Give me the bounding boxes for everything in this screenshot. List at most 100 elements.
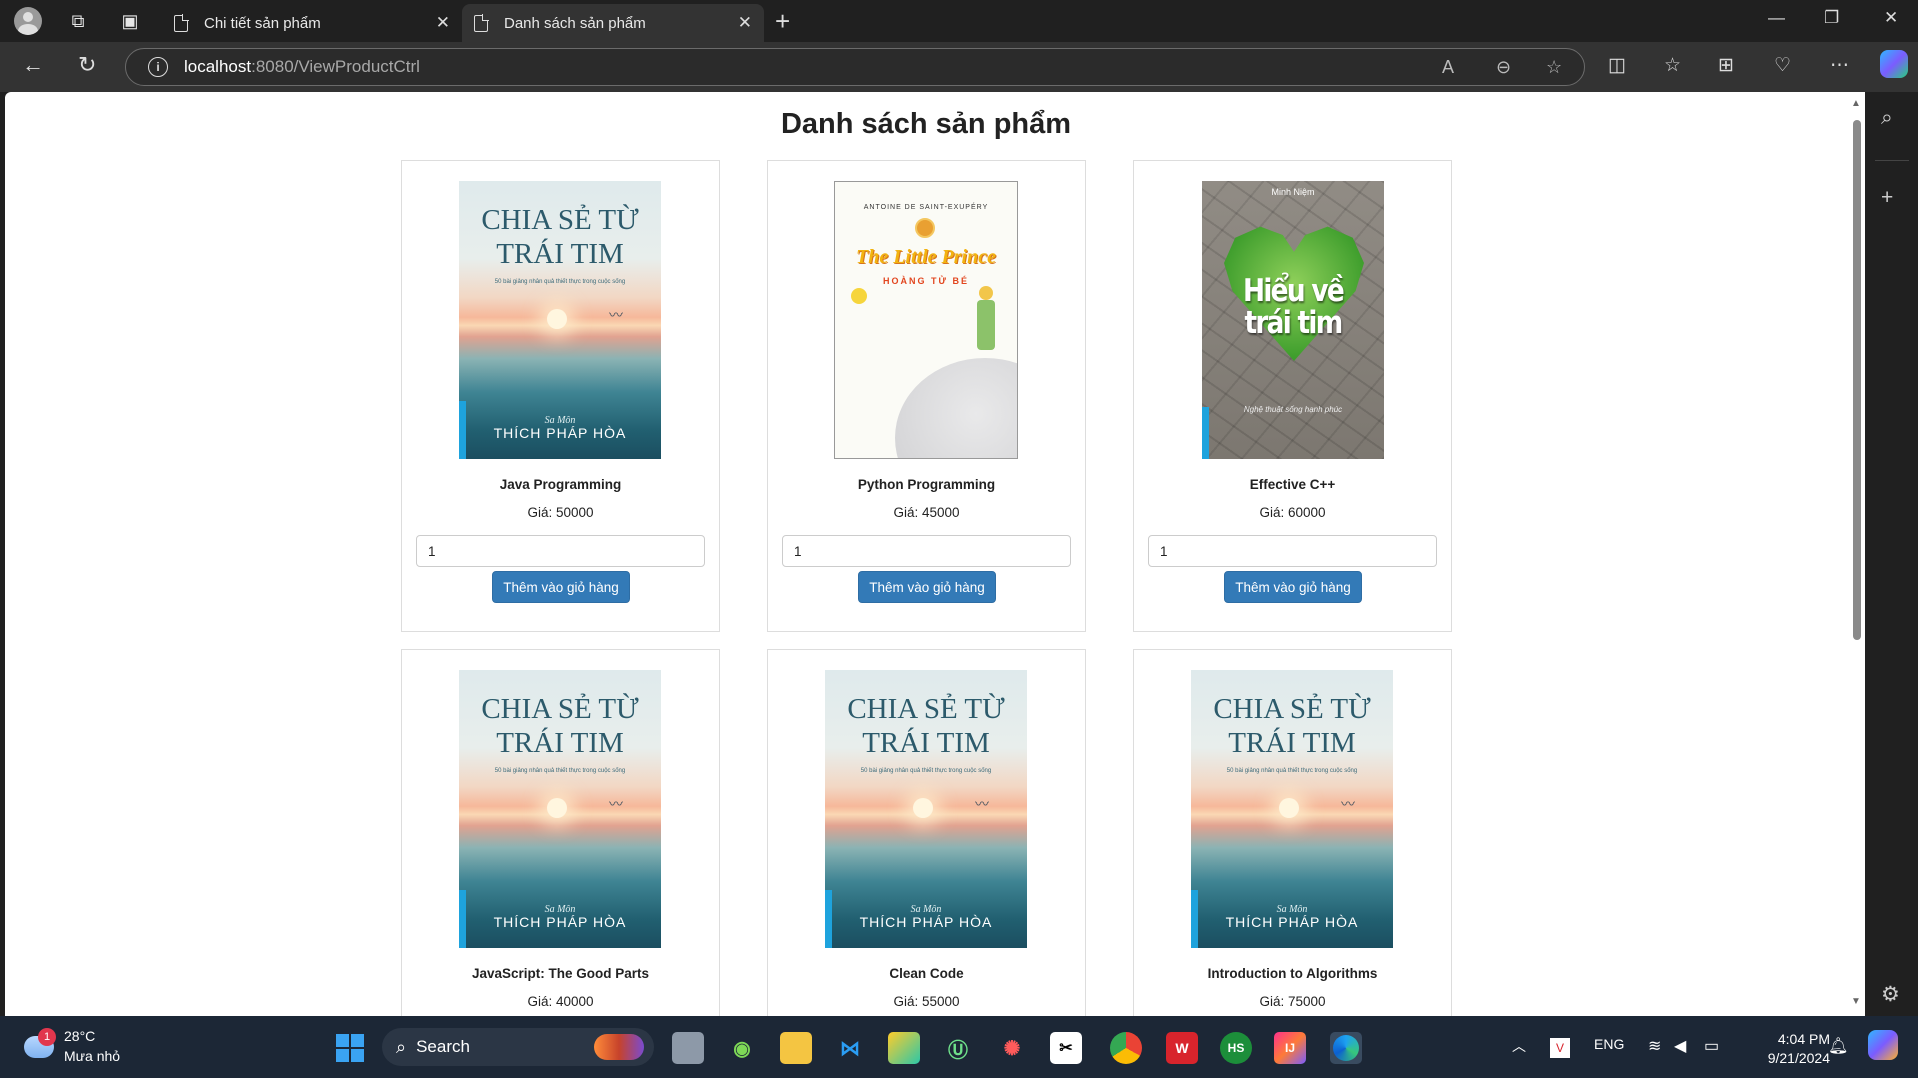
tab-chi-tiet-san-pham[interactable]: Chi tiết sản phẩm ✕ [162,4,462,42]
refresh-icon[interactable]: ↻ [78,52,96,78]
product-card: CHIA SẺ TỪ TRÁI TIM 50 bài giảng nhân quả… [401,160,720,632]
page-scrollbar[interactable]: ▲ ▼ [1847,92,1865,1016]
zoom-icon[interactable]: ⊖ [1496,57,1511,78]
product-price: Giá: 50000 [527,505,594,520]
show-hidden-icons-icon[interactable]: ︿ [1512,1036,1526,1056]
scrollbar-thumb[interactable] [1853,120,1861,640]
weather-description: Mưa nhỏ [64,1048,121,1064]
book-cover-image: CHIA SẺ TỪ TRÁI TIM 50 bài giảng nhân quả… [459,181,661,459]
product-price: Giá: 60000 [1259,505,1326,520]
taskbar-search[interactable]: ⌕ Search [382,1028,654,1066]
weather-widget[interactable]: 1 28°C Mưa nhỏ [18,1026,138,1070]
browser-tab-bar: ⧉ ▣ Chi tiết sản phẩm ✕ Danh sách sản ph… [0,0,1918,42]
product-card: CHIA SẺ TỪ TRÁI TIM 50 bài giảng nhân quả… [401,649,720,1016]
close-tab-icon[interactable]: ✕ [738,13,752,33]
weather-temperature: 28°C [64,1028,96,1044]
product-price: Giá: 75000 [1259,994,1326,1009]
windows-taskbar: 1 28°C Mưa nhỏ ⌕ Search ◉ ⋈ Ⓤ ✺ ✂ W HS I… [0,1016,1918,1078]
product-name: Python Programming [857,477,996,492]
edge-active-tile[interactable] [1330,1032,1362,1064]
add-to-cart-button[interactable]: Thêm vào giỏ hàng [492,571,630,603]
language-indicator[interactable]: ENG [1594,1036,1624,1052]
tray-app-icon[interactable]: V [1550,1038,1570,1058]
vscode-icon[interactable]: ⋈ [834,1032,866,1064]
url-text[interactable]: localhost:8080/ViewProductCtrl [184,57,420,77]
scroll-down-arrow-icon[interactable]: ▼ [1851,996,1861,1007]
address-toolbar: ← ↻ i localhost:8080/ViewProductCtrl A ⊖… [0,42,1918,92]
volume-icon[interactable]: ◀ [1674,1036,1686,1056]
battery-icon[interactable]: ▭ [1704,1036,1719,1056]
taskbar-clock[interactable]: 4:04 PM 9/21/2024 [1740,1030,1830,1068]
product-price: Giá: 55000 [893,994,960,1009]
sidebar-search-icon[interactable]: ⌕ [1881,106,1893,130]
browser-essentials-icon[interactable]: ♡ [1774,54,1791,77]
search-icon: ⌕ [396,1036,407,1057]
start-button[interactable] [334,1032,366,1064]
product-card: CHIA SẺ TỪ TRÁI TIM 50 bài giảng nhân quả… [1133,649,1452,1016]
product-name: Introduction to Algorithms [1207,966,1378,981]
product-card: CHIA SẺ TỪ TRÁI TIM 50 bài giảng nhân quả… [767,649,1086,1016]
edge-sidebar: ⌕ + ⚙ [1865,92,1918,1016]
close-tab-icon[interactable]: ✕ [436,13,450,33]
tab-danh-sach-san-pham[interactable]: Danh sách sản phẩm ✕ [462,4,764,42]
close-window-icon[interactable]: ✕ [1884,8,1898,28]
product-name: Clean Code [889,966,964,981]
add-to-cart-button[interactable]: Thêm vào giỏ hàng [858,571,996,603]
address-bar[interactable]: i localhost:8080/ViewProductCtrl A ⊖ ☆ [125,48,1585,86]
capcut-icon[interactable]: ✂ [1050,1032,1082,1064]
app-icon[interactable] [888,1032,920,1064]
sidebar-settings-icon[interactable]: ⚙ [1881,982,1900,1007]
product-name: JavaScript: The Good Parts [471,966,650,981]
copilot-icon[interactable] [1880,50,1908,78]
tab-title: Chi tiết sản phẩm [204,14,321,32]
minimize-icon[interactable]: — [1768,8,1785,28]
product-card: ANTOINE DE SAINT-EXUPÉRY The Little Prin… [767,160,1086,632]
task-view-icon[interactable] [672,1032,704,1064]
favorite-star-icon[interactable]: ☆ [1546,57,1562,78]
profile-avatar-icon[interactable] [14,7,42,35]
chrome-icon[interactable] [1110,1032,1142,1064]
scroll-up-arrow-icon[interactable]: ▲ [1851,98,1861,109]
quantity-input[interactable] [416,535,705,567]
page-title: Danh sách sản phẩm [780,108,1072,140]
copilot-tray-icon[interactable] [1868,1030,1898,1060]
restore-icon[interactable]: ❐ [1824,8,1839,28]
split-screen-icon[interactable]: ◫ [1608,54,1626,77]
search-highlight-icon [594,1034,644,1060]
nox-app-icon[interactable]: ◉ [726,1032,758,1064]
wifi-icon[interactable]: ≋ [1648,1036,1661,1056]
workspaces-icon[interactable]: ⧉ [60,3,96,39]
wps-icon[interactable]: W [1166,1032,1198,1064]
product-price: Giá: 45000 [893,505,960,520]
product-card: Minh Niệm Hiểu về trái tim Nghệ thuật sốn… [1133,160,1452,632]
app-spiral-icon[interactable]: ✺ [996,1032,1028,1064]
product-name: Java Programming [499,477,622,492]
read-aloud-icon[interactable]: A [1442,57,1454,78]
site-info-icon[interactable]: i [148,57,168,77]
notification-bell-icon[interactable]: 🔔︎ [1828,1036,1848,1056]
page-icon [474,13,489,32]
favorites-icon[interactable]: ☆ [1664,54,1681,77]
product-name: Effective C++ [1249,477,1336,492]
book-cover-image: Minh Niệm Hiểu về trái tim Nghệ thuật sốn… [1202,181,1384,459]
page-content: Danh sách sản phẩm CHIA SẺ TỪ TRÁI TIM 50… [5,92,1847,1016]
back-icon[interactable]: ← [22,52,44,78]
file-explorer-icon[interactable] [780,1032,812,1064]
sidebar-add-icon[interactable]: + [1881,186,1893,210]
collections-icon[interactable]: ⊞ [1718,54,1734,77]
hs-app-icon[interactable]: HS [1220,1032,1252,1064]
vertical-tabs-icon[interactable]: ▣ [112,3,148,39]
new-tab-button[interactable]: + [775,6,790,37]
product-price: Giá: 40000 [527,994,594,1009]
edge-browser-icon [1333,1035,1359,1061]
add-to-cart-button[interactable]: Thêm vào giỏ hàng [1224,571,1362,603]
upwork-icon[interactable]: Ⓤ [942,1032,974,1064]
more-menu-icon[interactable]: ⋯ [1830,54,1849,77]
book-cover-image: CHIA SẺ TỪ TRÁI TIM 50 bài giảng nhân quả… [459,670,661,948]
quantity-input[interactable] [1148,535,1437,567]
intellij-icon[interactable]: IJ [1274,1032,1306,1064]
book-cover-image: CHIA SẺ TỪ TRÁI TIM 50 bài giảng nhân quả… [1191,670,1393,948]
page-icon [174,13,189,32]
weather-alert-badge: 1 [38,1028,56,1046]
quantity-input[interactable] [782,535,1071,567]
